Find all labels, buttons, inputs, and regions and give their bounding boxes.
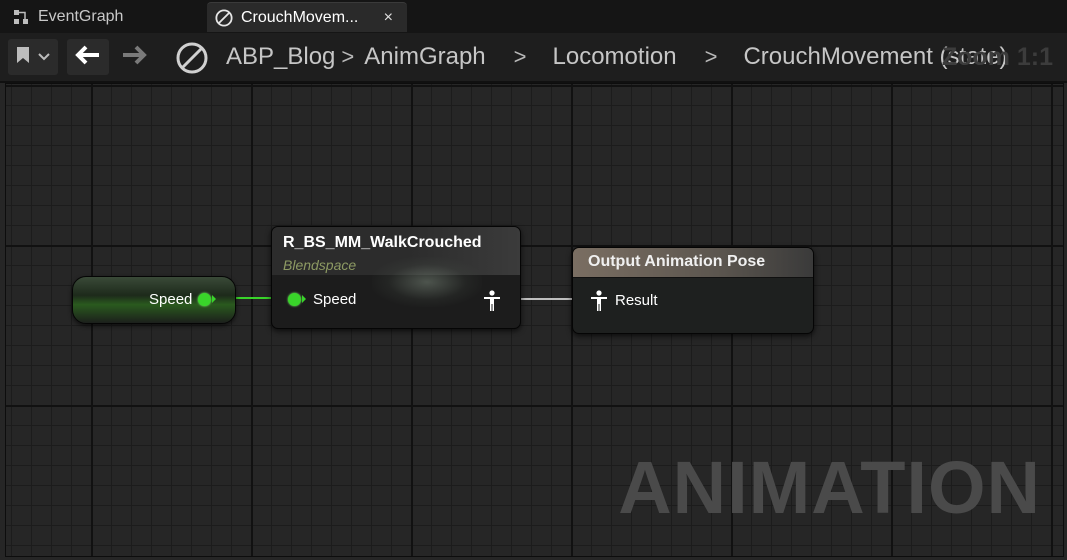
graph-watermark: ANIMATION — [618, 446, 1041, 529]
speed-input-pin-arrow — [302, 295, 306, 303]
graph-toolbar: ABP_Blog > AnimGraph > Locomotion > Crou… — [0, 33, 1067, 83]
bookmark-dropdown-button[interactable] — [8, 39, 58, 75]
graph-icon — [12, 8, 30, 26]
breadcrumb-item-locomotion[interactable]: Locomotion — [553, 43, 677, 71]
output-pose-node[interactable]: Output Animation Pose Result — [572, 247, 814, 334]
forward-button[interactable] — [113, 39, 155, 75]
blendspace-node[interactable]: R_BS_MM_WalkCrouched Blendspace Speed — [271, 226, 521, 329]
pose-input-pin-icon[interactable] — [590, 290, 608, 317]
result-pin-label: Result — [615, 292, 658, 309]
state-icon — [215, 8, 233, 27]
tab-bar: EventGraph CrouchMovem... × — [0, 0, 1067, 34]
speed-input-pin-label: Speed — [313, 291, 357, 308]
blendspace-preview — [372, 257, 482, 307]
breadcrumb-separator: > — [341, 44, 355, 69]
breadcrumb-separator: > — [513, 44, 527, 69]
tab-crouchmovement[interactable]: CrouchMovem... × — [207, 2, 407, 32]
breadcrumb-item-animgraph[interactable]: AnimGraph — [364, 43, 485, 71]
tab-eventgraph[interactable]: EventGraph — [0, 2, 200, 32]
speed-output-pin-arrow — [212, 295, 216, 303]
chevron-down-icon — [38, 48, 50, 66]
back-button[interactable] — [67, 39, 109, 75]
close-icon[interactable]: × — [384, 9, 393, 27]
tab-crouchmovement-label: CrouchMovem... — [241, 8, 359, 26]
arrow-left-icon — [75, 45, 101, 70]
arrow-right-icon — [121, 45, 147, 70]
speed-variable-node[interactable]: Speed — [72, 276, 236, 324]
tab-eventgraph-label: EventGraph — [38, 8, 124, 25]
pose-output-pin-icon[interactable] — [483, 290, 501, 317]
output-pose-node-title: Output Animation Pose — [588, 253, 766, 270]
state-graph-icon — [175, 41, 209, 80]
speed-output-pin[interactable] — [198, 293, 211, 306]
bookmark-icon — [16, 46, 30, 69]
blendspace-node-subtitle: Blendspace — [283, 257, 357, 273]
speed-variable-label: Speed — [149, 291, 193, 308]
breadcrumb-item-abp-blog[interactable]: ABP_Blog — [226, 43, 335, 71]
blendspace-node-title: R_BS_MM_WalkCrouched — [283, 234, 482, 251]
zoom-level: Zoom 1:1 — [941, 43, 1053, 71]
breadcrumb: ABP_Blog > AnimGraph > Locomotion > Crou… — [226, 33, 1008, 81]
speed-input-pin[interactable] — [288, 293, 301, 306]
breadcrumb-separator: > — [704, 44, 718, 69]
